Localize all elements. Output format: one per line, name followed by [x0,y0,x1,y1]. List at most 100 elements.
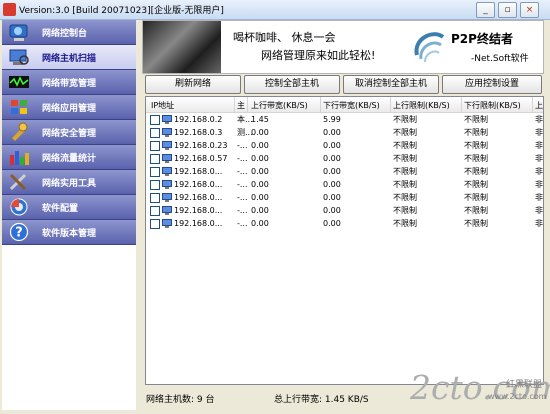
column-divider[interactable] [234,97,235,112]
cell-host: -... [237,219,248,228]
table-row[interactable]: 192.168.0... -... 0.00 0.00 不限制 不限制 非 [146,166,543,178]
cell-extra: 非 [535,154,543,163]
watermark-side-text: 红黑联盟 [506,380,543,390]
column-divider[interactable] [390,97,391,112]
cell-download-limit: 不限制 [464,180,488,189]
column-header-upload-limit[interactable]: 上行限制(KB/S) [393,100,450,111]
table-row[interactable]: 192.168.0.3 测... 0.00 0.00 不限制 不限制 非 [146,127,543,139]
table-row[interactable]: 192.168.0... -... 0.00 0.00 不限制 不限制 非 [146,179,543,191]
row-checkbox[interactable] [150,219,160,229]
row-checkbox[interactable] [150,115,160,125]
cell-download-limit: 不限制 [464,206,488,215]
window-title: Version:3.0 [Build 20071023][企业版-无限用户] [19,6,224,16]
cell-upload: 0.00 [251,167,269,176]
host-computer-icon [162,206,172,215]
sidebar-item-tools[interactable]: 网络实用工具 [2,170,136,195]
app-manage-icon [11,100,27,114]
host-table: IP地址 主 上行带宽(KB/S) 下行带宽(KB/S) 上行限制(KB/S) … [145,96,544,385]
sidebar-item-bandwidth[interactable]: 网络带宽管理 [2,70,136,95]
sidebar-item-app-manage[interactable]: 网络应用管理 [2,95,136,120]
title-bar[interactable]: Version:3.0 [Build 20071023][企业版-无限用户] _… [0,0,550,20]
table-row[interactable]: 192.168.0.2 本... 1.45 5.99 不限制 不限制 非 [146,114,543,126]
traffic-stats-icon [10,151,29,165]
sidebar-item-console[interactable]: 网络控制台 [2,20,136,45]
sidebar-item-host-scan[interactable]: 网络主机扫描 [2,45,136,70]
column-header-download-bandwidth[interactable]: 下行带宽(KB/S) [323,100,380,111]
host-computer-icon [162,154,172,163]
cell-download-limit: 不限制 [464,154,488,163]
cell-ip: 192.168.0... [174,219,223,228]
column-divider[interactable] [461,97,462,112]
row-checkbox[interactable] [150,193,160,203]
table-row[interactable]: 192.168.0... -... 0.00 0.00 不限制 不限制 非 [146,205,543,217]
sidebar-item-label: 软件配置 [42,204,79,214]
sidebar-item-settings[interactable]: 软件配置 [2,195,136,220]
table-row[interactable]: 192.168.0... -... 0.00 0.00 不限制 不限制 非 [146,218,543,230]
cell-host: -... [237,206,248,215]
bandwidth-icon [9,76,29,88]
host-computer-icon [162,115,172,124]
cell-upload-limit: 不限制 [393,115,417,124]
sidebar-item-label: 网络流量统计 [42,154,97,164]
row-checkbox[interactable] [150,206,160,216]
cell-host: -... [237,193,248,202]
brand-subtitle: -Net.Soft软件 [471,54,529,64]
cell-upload-limit: 不限制 [393,141,417,150]
column-divider[interactable] [247,97,248,112]
table-row[interactable]: 192.168.0... -... 0.00 0.00 不限制 不限制 非 [146,192,543,204]
cell-download-limit: 不限制 [464,193,488,202]
cell-ip: 192.168.0... [174,206,223,215]
column-header-upload-bandwidth[interactable]: 上行带宽(KB/S) [251,100,308,111]
cell-extra: 非 [535,219,543,228]
table-row[interactable]: 192.168.0.23 -... 0.00 0.00 不限制 不限制 非 [146,140,543,152]
cell-upload: 0.00 [251,193,269,202]
cell-ip: 192.168.0... [174,167,223,176]
cell-extra: 非 [535,141,543,150]
app-window: Version:3.0 [Build 20071023][企业版-无限用户] _… [0,0,550,414]
cancel-control-all-button[interactable]: 取消控制全部主机 [343,75,439,94]
control-all-hosts-button[interactable]: 控制全部主机 [244,75,340,94]
column-divider[interactable] [532,97,533,112]
refresh-network-button[interactable]: 刷新网络 [145,75,241,94]
console-icon [9,24,28,41]
restore-button[interactable]: ▫ [498,2,517,18]
cell-upload-limit: 不限制 [393,154,417,163]
cell-upload-limit: 不限制 [393,219,417,228]
host-computer-icon [162,219,172,228]
minimize-button[interactable]: _ [476,2,495,18]
cell-upload: 0.00 [251,180,269,189]
banner-slogan-2: 网络管理原来如此轻松! [261,49,376,62]
cell-download: 5.99 [323,115,341,124]
row-checkbox[interactable] [150,167,160,177]
security-icon [12,122,28,141]
cell-ip: 192.168.0.57 [174,154,228,163]
row-checkbox[interactable] [150,154,160,164]
row-checkbox[interactable] [150,180,160,190]
brand-logo-icon [414,32,445,63]
row-checkbox[interactable] [150,141,160,151]
cell-upload-limit: 不限制 [393,167,417,176]
banner-slogan-1: 喝杯咖啡、 休息一会 [233,31,336,44]
close-button[interactable]: × [520,2,539,18]
cell-upload-limit: 不限制 [393,180,417,189]
column-header-extra[interactable]: 上 [535,100,543,111]
cell-ip: 192.168.0.23 [174,141,228,150]
sidebar-item-security[interactable]: 网络安全管理 [2,120,136,145]
table-row[interactable]: 192.168.0.57 -... 0.00 0.00 不限制 不限制 非 [146,153,543,165]
host-count-status: 网络主机数: 9 台 [146,395,215,405]
brand-name: P2P终结者 [451,32,513,46]
cell-download: 0.00 [323,193,341,202]
column-header-host[interactable]: 主 [237,100,245,111]
sidebar-item-label: 网络带宽管理 [42,79,97,89]
cell-extra: 非 [535,128,543,137]
row-checkbox[interactable] [150,128,160,138]
sidebar-item-traffic-stats[interactable]: 网络流量统计 [2,145,136,170]
column-header-download-limit[interactable]: 下行限制(KB/S) [464,100,521,111]
column-header-ip[interactable]: IP地址 [151,100,174,111]
cell-ip: 192.168.0... [174,180,223,189]
column-divider[interactable] [320,97,321,112]
cell-ip: 192.168.0.2 [174,115,223,124]
cell-download-limit: 不限制 [464,141,488,150]
apply-control-settings-button[interactable]: 应用控制设置 [442,75,542,94]
sidebar-item-version[interactable]: ? 软件版本管理 [2,220,136,245]
